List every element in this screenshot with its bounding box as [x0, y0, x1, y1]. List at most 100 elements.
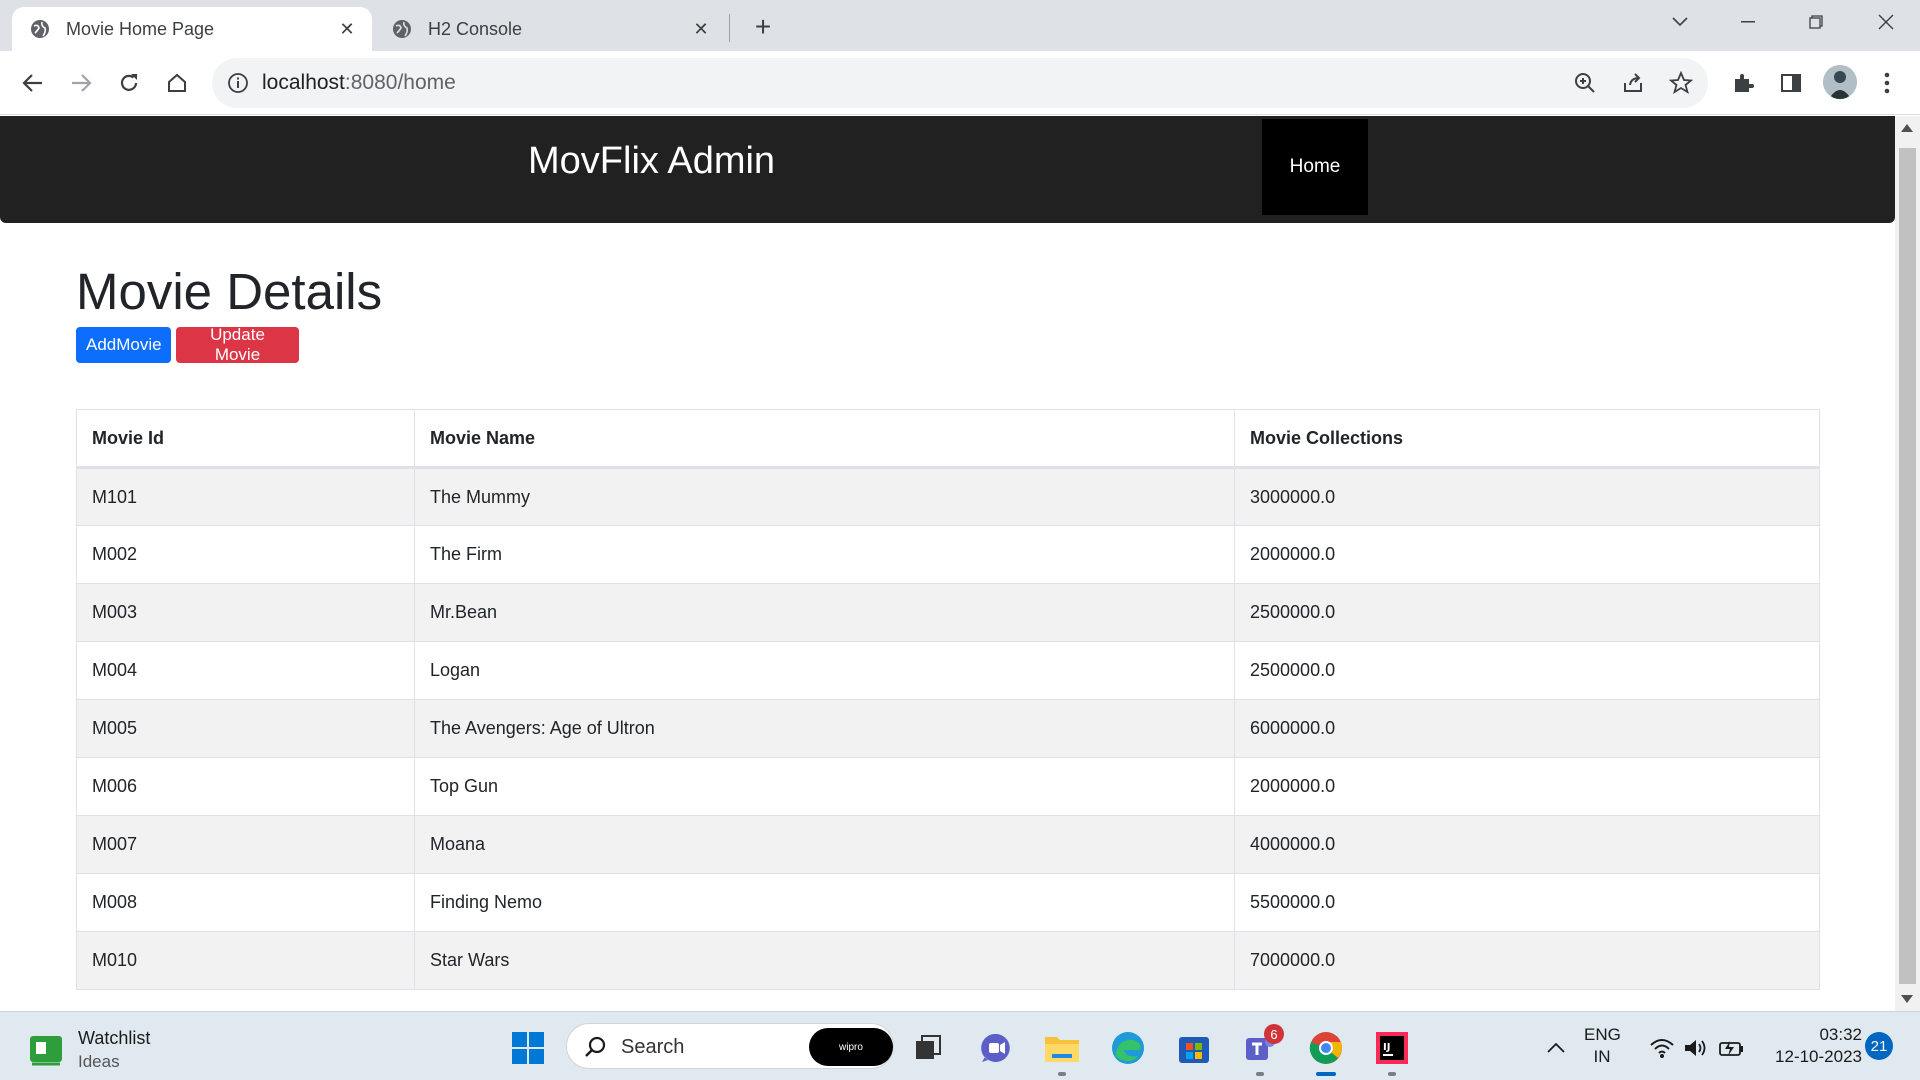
search-highlight-logo: wipro [809, 1028, 893, 1066]
notification-count-badge[interactable]: 21 [1865, 1032, 1893, 1060]
volume-icon[interactable] [1676, 1028, 1716, 1068]
brand-title: MovFlix Admin [528, 140, 776, 182]
clock-date: 12-10-2023 [1775, 1047, 1862, 1066]
movie-collection-cell: 3000000.0 [1234, 467, 1820, 526]
chat-icon[interactable] [976, 1028, 1016, 1068]
url-host: localhost [262, 71, 345, 94]
site-navbar: MovFlix Admin Home [0, 116, 1895, 223]
reload-icon[interactable] [113, 67, 145, 99]
url-path: :8080/home [344, 71, 456, 94]
page-title: Movie Details [76, 263, 383, 320]
windows-start-icon[interactable] [508, 1028, 548, 1068]
forward-arrow-icon[interactable] [65, 67, 97, 99]
running-indicator [1058, 1072, 1066, 1076]
movie-name-cell: Top Gun [414, 757, 1235, 816]
movie-id-cell: M006 [76, 757, 415, 816]
movie-id-cell: M010 [76, 931, 415, 990]
table-header-row: Movie Id Movie Name Movie Collections [76, 409, 1820, 469]
add-movie-button[interactable]: AddMovie [76, 327, 171, 363]
windows-taskbar: Watchlist Ideas Search wipro 6 IJ ENG IN… [0, 1011, 1920, 1080]
movie-collection-cell: 2000000.0 [1234, 525, 1820, 584]
home-icon[interactable] [161, 67, 193, 99]
back-arrow-icon[interactable] [17, 67, 49, 99]
tab-separator [729, 14, 730, 42]
scroll-up-arrow-icon[interactable] [1901, 124, 1913, 132]
movie-id-cell: M004 [76, 641, 415, 700]
show-hidden-icons-chevron-icon[interactable] [1536, 1028, 1576, 1068]
widgets-button[interactable]: Watchlist Ideas [28, 1026, 150, 1074]
table-row: M006 Top Gun 2000000.0 [76, 757, 1820, 816]
battery-icon[interactable] [1712, 1028, 1752, 1068]
file-explorer-icon[interactable] [1042, 1028, 1082, 1068]
star-icon[interactable] [1668, 70, 1694, 96]
running-indicator [1256, 1072, 1264, 1076]
taskbar-search-box[interactable]: Search wipro [566, 1023, 894, 1069]
table-row: M007 Moana 4000000.0 [76, 815, 1820, 874]
vertical-scrollbar[interactable] [1895, 116, 1920, 1011]
page-viewport: MovFlix Admin Home Movie Details AddMovi… [0, 116, 1895, 1011]
info-icon[interactable] [226, 71, 250, 95]
minimize-icon[interactable] [1728, 6, 1768, 38]
table-row: M005 The Avengers: Age of Ultron 6000000… [76, 699, 1820, 758]
nav-home-link[interactable]: Home [1262, 119, 1368, 215]
extensions-icon[interactable] [1727, 67, 1759, 99]
table-row: M002 The Firm 2000000.0 [76, 525, 1820, 584]
task-view-icon[interactable] [908, 1028, 948, 1068]
movie-name-cell: Moana [414, 815, 1235, 874]
profile-avatar[interactable] [1823, 65, 1857, 99]
intellij-icon[interactable]: IJ [1372, 1028, 1412, 1068]
movie-collection-cell: 6000000.0 [1234, 699, 1820, 758]
table-row: M004 Logan 2500000.0 [76, 641, 1820, 700]
table-row: M008 Finding Nemo 5500000.0 [76, 873, 1820, 932]
movie-collection-cell: 4000000.0 [1234, 815, 1820, 874]
globe-icon [392, 19, 412, 39]
movie-name-cell: The Mummy [414, 467, 1235, 526]
scrollbar-thumb[interactable] [1899, 148, 1916, 984]
close-window-icon[interactable] [1866, 6, 1906, 38]
tab-search-icon[interactable] [1660, 6, 1700, 38]
tab-movie-home[interactable]: Movie Home Page ✕ [12, 7, 372, 51]
url-text: localhost:8080/home [262, 71, 456, 95]
column-header: Movie Name [414, 409, 1235, 469]
address-bar[interactable]: localhost:8080/home [212, 58, 1708, 108]
movie-id-cell: M007 [76, 815, 415, 874]
movie-id-cell: M005 [76, 699, 415, 758]
movie-id-cell: M008 [76, 873, 415, 932]
tab-strip: Movie Home Page ✕ H2 Console ✕ + [0, 0, 1920, 51]
watchlist-icon [28, 1032, 64, 1068]
region-code: IN [1593, 1047, 1611, 1066]
input-language[interactable]: ENG IN [1584, 1024, 1621, 1068]
column-header: Movie Collections [1234, 409, 1820, 469]
column-header: Movie Id [76, 409, 415, 469]
svg-text:IJ: IJ [1383, 1042, 1390, 1053]
movie-name-cell: Logan [414, 641, 1235, 700]
teams-icon[interactable]: 6 [1240, 1024, 1284, 1068]
new-tab-button[interactable]: + [748, 11, 778, 42]
widget-subtitle: Ideas [78, 1052, 120, 1071]
scroll-down-arrow-icon[interactable] [1901, 995, 1913, 1003]
movie-id-cell: M101 [76, 467, 415, 526]
tab-title: Movie Home Page [66, 18, 215, 39]
kebab-menu-icon[interactable] [1871, 67, 1903, 99]
movie-collection-cell: 7000000.0 [1234, 931, 1820, 990]
movie-collection-cell: 2000000.0 [1234, 757, 1820, 816]
clock[interactable]: 03:32 12-10-2023 [1762, 1024, 1862, 1068]
movie-name-cell: Finding Nemo [414, 873, 1235, 932]
zoom-icon[interactable] [1572, 70, 1598, 96]
restore-icon[interactable] [1796, 6, 1836, 38]
tab-h2-console[interactable]: H2 Console ✕ [374, 7, 726, 51]
update-movie-button[interactable]: Update Movie [176, 325, 299, 364]
movies-table: Movie Id Movie Name Movie Collections M1… [76, 409, 1820, 990]
table-row: M003 Mr.Bean 2500000.0 [76, 583, 1820, 642]
chrome-icon[interactable] [1306, 1028, 1346, 1068]
movie-name-cell: Star Wars [414, 931, 1235, 990]
close-tab-icon[interactable]: ✕ [690, 18, 712, 40]
globe-icon [30, 19, 50, 39]
movie-id-cell: M003 [76, 583, 415, 642]
close-tab-icon[interactable]: ✕ [336, 18, 358, 40]
language-code: ENG [1584, 1025, 1621, 1044]
edge-icon[interactable] [1108, 1028, 1148, 1068]
microsoft-store-icon[interactable] [1174, 1028, 1214, 1068]
side-panel-icon[interactable] [1775, 67, 1807, 99]
share-icon[interactable] [1620, 70, 1646, 96]
